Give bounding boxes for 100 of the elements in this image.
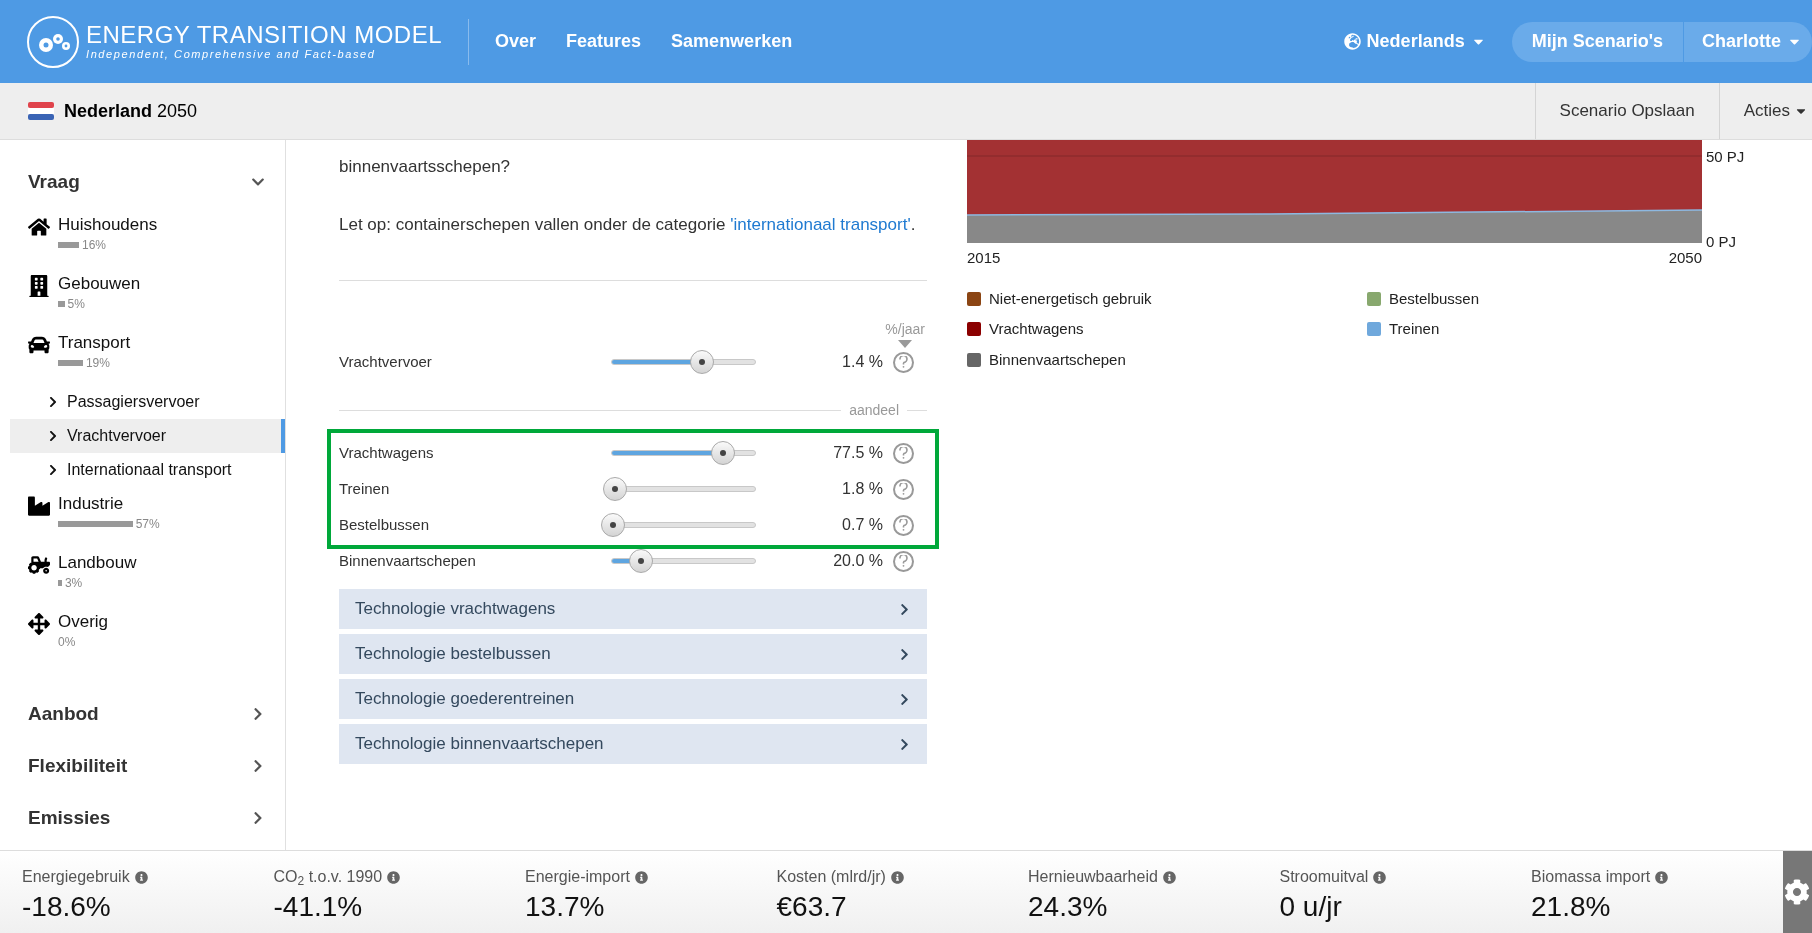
slider-label: Binnenvaartschepen	[339, 550, 477, 571]
info-icon[interactable]	[134, 870, 148, 884]
info-icon[interactable]	[1655, 870, 1669, 884]
share-value: 0%	[58, 634, 76, 651]
chevron-right-icon	[898, 692, 911, 706]
share-value: 3%	[64, 575, 83, 592]
kpi-label: Kosten (mlrd/jr)	[776, 867, 886, 887]
help-icon[interactable]	[893, 550, 914, 572]
sidebar-item[interactable]: Landbouw 3%	[10, 546, 285, 605]
kpi-label: Energie-import	[525, 867, 630, 887]
kpi-label: Hernieuwbaarheid	[1028, 867, 1158, 887]
slider-label: Vrachtwagens	[339, 442, 435, 463]
legend-label: Treinen	[1389, 319, 1440, 339]
sidebar-section-header[interactable]: Flexibiliteit	[10, 740, 285, 792]
legend-label: Bestelbussen	[1389, 288, 1480, 309]
help-icon[interactable]	[893, 514, 914, 536]
slider-value: 0.7 %	[841, 515, 884, 535]
share-value: 19%	[85, 355, 110, 372]
sidebar-subitem[interactable]: Passagiersvervoer	[10, 385, 285, 419]
accordion-header[interactable]: Technologie bestelbussen	[339, 634, 927, 674]
slider-value: 77.5 %	[832, 443, 884, 463]
tractor-icon	[28, 554, 50, 576]
help-icon[interactable]	[893, 478, 914, 500]
sidebar-item-label: Gebouwen	[58, 273, 141, 295]
chevron-right-icon	[898, 602, 911, 616]
kpi-value: 21.8%	[1531, 890, 1612, 924]
kpi-label: Stroomuitval	[1279, 867, 1369, 887]
chevron-right-icon	[47, 396, 59, 408]
sidebar-section-header[interactable]: Vraag	[10, 156, 285, 208]
sidebar-item[interactable]: Gebouwen 5%	[10, 267, 285, 326]
building-icon	[28, 275, 50, 297]
share-bar	[58, 580, 62, 586]
sidebar-item-label: Industrie	[58, 493, 125, 515]
slider-value: 20.0 %	[832, 551, 884, 571]
help-icon[interactable]	[893, 351, 914, 373]
axis-tick-label: 0 PJ	[1706, 231, 1737, 252]
slider-label: Bestelbussen	[339, 514, 431, 535]
sidebar-item[interactable]: Huishoudens 16%	[10, 208, 285, 267]
kpi-label: Energiegebruik	[22, 867, 130, 887]
sidebar-item[interactable]: Overig 0%	[10, 605, 285, 664]
save-scenario-button[interactable]: Scenario Opslaan	[1534, 83, 1719, 139]
accordion-header[interactable]: Technologie binnenvaartschepen	[339, 724, 927, 764]
sidebar-item-label: Overig	[58, 611, 109, 633]
slider-value: 1.4 %	[841, 352, 884, 372]
slider-label: Vrachtvervoer	[339, 351, 433, 372]
logo-title: ENERGY TRANSITION MODEL	[86, 23, 442, 47]
share-value: 5%	[67, 296, 85, 313]
sidebar-item-label: Huishoudens	[58, 214, 158, 236]
kpi-value: -18.6%	[22, 890, 112, 924]
globe-icon	[1343, 33, 1361, 50]
help-icon[interactable]	[893, 442, 914, 464]
info-icon[interactable]	[1162, 870, 1176, 884]
kpi-label: CO$_{2}$ t.o.v. 1990	[273, 867, 383, 889]
sidebar-section-header[interactable]: Aanbod	[10, 688, 285, 740]
share-bar	[58, 301, 65, 307]
share-value: 16%	[81, 237, 106, 254]
info-icon[interactable]	[387, 870, 401, 884]
share-label: aandeel	[849, 401, 899, 420]
logo-tagline: Independent, Comprehensive and Fact-based	[86, 49, 377, 60]
caret-down-icon	[898, 340, 913, 348]
unit-label: %/jaar	[885, 320, 925, 339]
flag-icon	[28, 102, 54, 120]
sidebar-subitem[interactable]: Internationaal transport	[10, 453, 285, 487]
info-icon[interactable]	[890, 870, 904, 884]
scenario-title: Nederland 2050	[64, 99, 198, 123]
kpi-value: 0 u/jr	[1279, 890, 1343, 924]
kpi-value: -41.1%	[273, 890, 364, 924]
accordion-header[interactable]: Technologie goederentreinen	[339, 679, 927, 719]
sidebar-subitem[interactable]: Vrachtvervoer	[10, 419, 285, 453]
house-icon	[28, 216, 50, 238]
slider-value: 1.8 %	[841, 479, 884, 499]
sidebar-item-label: Landbouw	[58, 552, 137, 574]
actions-menu-button[interactable]: Acties	[1718, 83, 1812, 139]
car-icon	[28, 334, 50, 356]
share-bar	[58, 360, 83, 366]
kpi-value: 24.3%	[1028, 890, 1109, 924]
factory-icon	[28, 495, 50, 517]
accordion-header[interactable]: Technologie vrachtwagens	[339, 589, 927, 629]
kpi-label: Biomassa import	[1531, 867, 1651, 887]
note-text: Let op: containerschepen vallen onder de categorie 'internationaal transport'.	[339, 214, 917, 236]
settings-icon	[1784, 879, 1811, 905]
gears-logo-icon	[26, 14, 80, 69]
question-text: binnenvaartsschepen?	[339, 156, 512, 178]
sidebar-item[interactable]: Industrie 57%	[10, 487, 285, 546]
sidebar-item-label: Transport	[58, 332, 131, 354]
chevron-right-icon	[898, 737, 911, 751]
chevron-right-icon	[47, 464, 59, 476]
category-link[interactable]: 'internationaal transport'	[730, 215, 911, 234]
chevron-right-icon	[47, 430, 59, 442]
kpi-value: 13.7%	[525, 890, 606, 924]
axis-tick-label: 2050	[1668, 248, 1702, 268]
axis-tick-label: 50 PJ	[1706, 147, 1745, 167]
info-icon[interactable]	[1373, 870, 1387, 884]
chevron-right-icon	[898, 647, 911, 661]
sidebar-item[interactable]: Transport 19%	[10, 326, 285, 385]
info-icon[interactable]	[634, 870, 648, 884]
kpi-value: €63.7	[776, 890, 848, 924]
settings-button[interactable]	[1782, 851, 1812, 933]
share-bar	[58, 242, 79, 248]
sidebar-section-header[interactable]: Emissies	[10, 792, 285, 844]
